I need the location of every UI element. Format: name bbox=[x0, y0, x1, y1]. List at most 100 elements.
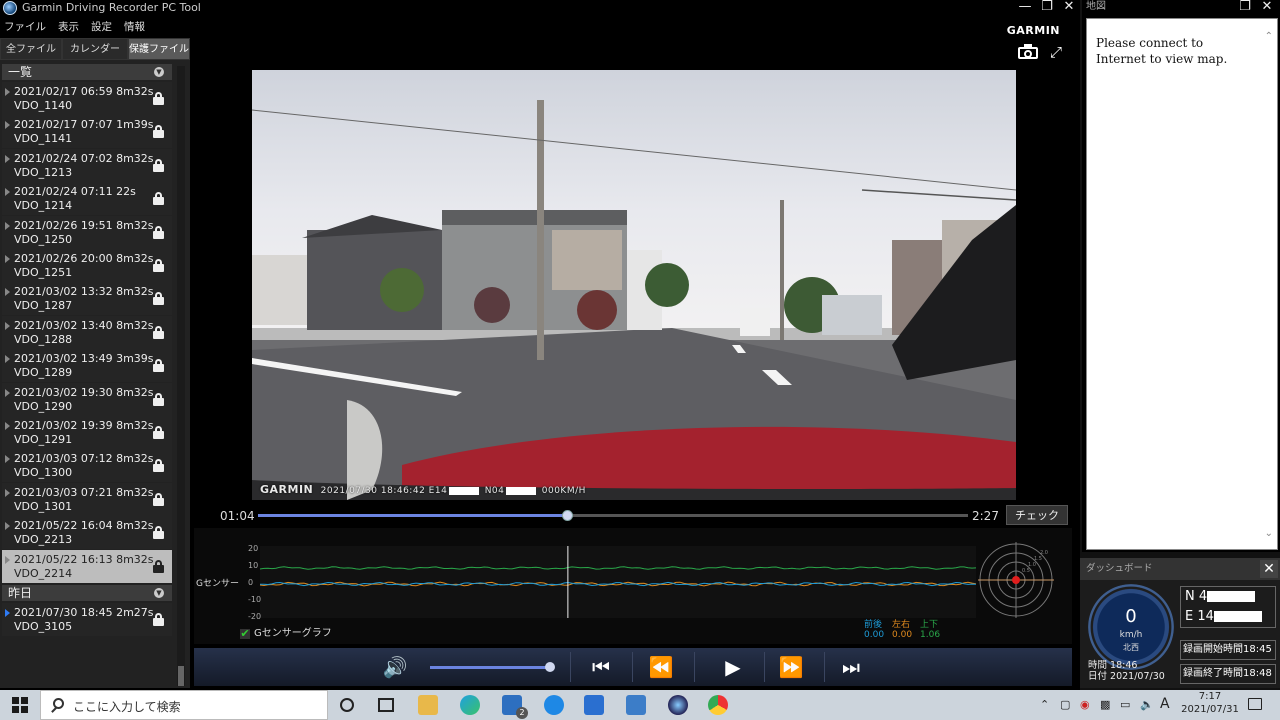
title-bar: Garmin Driving Recorder PC Tool — ❐ ✕ bbox=[0, 0, 1080, 16]
group-header[interactable]: 昨日 ▼ bbox=[2, 585, 172, 601]
previous-file-icon[interactable]: ⏮ bbox=[586, 652, 616, 682]
notification-icon[interactable] bbox=[1248, 698, 1262, 710]
scroll-up-icon[interactable]: ⌃ bbox=[1265, 31, 1273, 42]
chrome-icon[interactable] bbox=[708, 695, 728, 715]
map-view[interactable]: Please connect to Internet to view map. … bbox=[1086, 18, 1278, 550]
speed-value: 0 bbox=[1125, 606, 1137, 627]
file-name: VDO_1288 bbox=[14, 332, 73, 346]
file-list-item[interactable]: 2021/02/24 07:11 22s VDO_1214 bbox=[2, 182, 172, 216]
menu-settings[interactable]: 設定 bbox=[87, 18, 116, 36]
scroll-down-icon[interactable]: ⌄ bbox=[1265, 528, 1273, 539]
security-icon[interactable]: ◉ bbox=[1080, 698, 1090, 711]
file-datetime: 2021/02/24 07:02 8m32s bbox=[14, 151, 154, 165]
tab-calendar[interactable]: カレンダー bbox=[62, 38, 128, 60]
clock[interactable]: 7:17 2021/07/31 bbox=[1180, 690, 1240, 716]
next-file-icon[interactable]: ⏭ bbox=[836, 652, 866, 682]
file-list-item[interactable]: 2021/05/22 16:04 8m32s VDO_2213 bbox=[2, 516, 172, 550]
seek-bar[interactable] bbox=[258, 510, 968, 521]
taskbar-search[interactable]: ここに入力して検索 bbox=[40, 690, 328, 720]
file-datetime: 2021/05/22 16:04 8m32s bbox=[14, 519, 154, 533]
volume-tray-icon[interactable]: 🔈 bbox=[1140, 698, 1154, 711]
ime-indicator[interactable]: A bbox=[1160, 696, 1170, 712]
cortana-icon[interactable] bbox=[340, 698, 354, 712]
file-list-item[interactable]: 2021/02/24 07:02 8m32s VDO_1213 bbox=[2, 148, 172, 182]
file-list-item[interactable]: 2021/03/03 07:21 8m32s VDO_1301 bbox=[2, 482, 172, 516]
video-overlay: GARMIN 2021/07/30 18:46:42 E14 N04 000KM… bbox=[260, 483, 586, 496]
seek-progress bbox=[258, 514, 567, 517]
file-name: VDO_1214 bbox=[14, 199, 73, 213]
recording-start-time: 録画開始時間18:45 bbox=[1180, 640, 1276, 660]
file-list-item[interactable]: 2021/02/17 06:59 8m32s VDO_1140 bbox=[2, 82, 172, 115]
expand-arrow-icon bbox=[5, 388, 10, 397]
gsensor-graph[interactable]: 20 10 0 -10 -20 bbox=[248, 544, 977, 621]
fast-forward-icon[interactable]: ⏩ bbox=[776, 652, 806, 682]
file-list-item[interactable]: 2021/02/26 19:51 8m32s VDO_1250 bbox=[2, 215, 172, 249]
gsensor-graph-toggle[interactable]: ✔ Gセンサーグラフ bbox=[240, 624, 332, 639]
tab-all-files[interactable]: 全ファイル bbox=[0, 38, 62, 60]
camera-snapshot-icon[interactable] bbox=[1018, 44, 1038, 59]
photos-icon[interactable] bbox=[626, 695, 646, 715]
menu-file[interactable]: ファイル bbox=[0, 18, 50, 36]
rewind-icon[interactable]: ⏪ bbox=[646, 652, 676, 682]
video-frame[interactable]: GARMIN 2021/07/30 18:46:42 E14 N04 000KM… bbox=[252, 70, 1016, 500]
app-icon-blue[interactable] bbox=[544, 695, 564, 715]
file-list-item[interactable]: 2021/03/03 07:12 8m32s VDO_1300 bbox=[2, 449, 172, 483]
file-list-item[interactable]: 2021/03/02 13:49 3m39s VDO_1289 bbox=[2, 349, 172, 383]
volume-knob[interactable] bbox=[545, 662, 555, 672]
file-name: VDO_1251 bbox=[14, 266, 73, 279]
file-list-item[interactable]: 2021/07/30 18:45 2m27s VDO_3105 bbox=[2, 603, 172, 636]
windows-start-icon[interactable] bbox=[12, 697, 28, 713]
volume-icon[interactable]: 🔊 bbox=[380, 652, 410, 682]
date-value: 2021/07/30 bbox=[1110, 671, 1165, 682]
edge-icon[interactable] bbox=[460, 695, 480, 715]
battery-icon[interactable]: ▭ bbox=[1120, 698, 1130, 711]
chevron-down-icon[interactable]: ▼ bbox=[154, 67, 164, 77]
file-list-item[interactable]: 2021/03/02 13:32 8m32s VDO_1287 bbox=[2, 282, 172, 316]
file-list-item[interactable]: 2021/02/26 20:00 8m32s VDO_1251 bbox=[2, 249, 172, 282]
chevron-down-icon[interactable]: ▼ bbox=[154, 588, 164, 598]
check-button[interactable]: チェック bbox=[1006, 505, 1068, 525]
tray-app-icon[interactable]: ▢ bbox=[1060, 698, 1070, 711]
file-list-item[interactable]: 2021/03/02 13:40 8m32s VDO_1288 bbox=[2, 315, 172, 349]
file-datetime: 2021/07/30 18:45 2m27s bbox=[14, 606, 154, 619]
map-maximize-button[interactable]: ❐ bbox=[1234, 0, 1256, 16]
speed-unit: km/h bbox=[1119, 630, 1143, 640]
checkmark-icon[interactable]: ✔ bbox=[240, 628, 250, 639]
map-close-button[interactable]: ✕ bbox=[1256, 0, 1278, 16]
fullscreen-icon[interactable]: ⤢ bbox=[1048, 44, 1064, 60]
task-view-icon[interactable] bbox=[378, 698, 394, 712]
lock-icon bbox=[153, 192, 164, 206]
scrollbar-thumb[interactable] bbox=[178, 666, 184, 686]
lock-icon bbox=[153, 492, 164, 506]
dashboard-close-button[interactable]: ✕ bbox=[1260, 560, 1278, 578]
volume-slider[interactable] bbox=[430, 662, 555, 672]
tab-protected-files[interactable]: 保護ファイル bbox=[128, 38, 190, 60]
tray-chevron-icon[interactable]: ⌃ bbox=[1040, 698, 1049, 711]
file-list-item[interactable]: 2021/05/22 16:13 8m32s VDO_2214 bbox=[2, 549, 172, 583]
garmin-tool-taskbar-icon[interactable] bbox=[668, 695, 688, 715]
minimize-button[interactable]: — bbox=[1014, 0, 1036, 16]
app-title: Garmin Driving Recorder PC Tool bbox=[22, 1, 201, 14]
current-time: 01:04 bbox=[220, 509, 255, 523]
media-player-icon[interactable] bbox=[584, 695, 604, 715]
menu-info[interactable]: 情報 bbox=[120, 18, 149, 36]
seek-knob[interactable] bbox=[561, 510, 573, 521]
mail-icon[interactable]: 2 bbox=[502, 695, 528, 719]
maximize-button[interactable]: ❐ bbox=[1036, 0, 1058, 16]
menu-view[interactable]: 表示 bbox=[54, 18, 83, 36]
file-datetime: 2021/02/24 07:11 22s bbox=[14, 185, 136, 199]
close-button[interactable]: ✕ bbox=[1058, 0, 1080, 16]
file-name: VDO_1250 bbox=[14, 232, 73, 246]
expand-arrow-icon bbox=[5, 609, 10, 617]
file-list-scrollbar[interactable] bbox=[177, 66, 185, 686]
file-list-item[interactable]: 2021/03/02 19:30 8m32s VDO_1290 bbox=[2, 382, 172, 416]
lock-icon bbox=[153, 259, 164, 272]
file-list-item[interactable]: 2021/02/17 07:07 1m39s VDO_1141 bbox=[2, 115, 172, 149]
file-name: VDO_1141 bbox=[14, 132, 73, 146]
group-header[interactable]: 一覧 ▼ bbox=[2, 64, 172, 80]
file-list-item[interactable]: 2021/03/02 19:39 8m32s VDO_1291 bbox=[2, 416, 172, 449]
network-icon[interactable]: ▩ bbox=[1100, 698, 1110, 711]
play-icon[interactable]: ▶ bbox=[718, 652, 748, 682]
file-explorer-icon[interactable] bbox=[418, 695, 438, 715]
date-label: 日付 bbox=[1088, 671, 1108, 682]
